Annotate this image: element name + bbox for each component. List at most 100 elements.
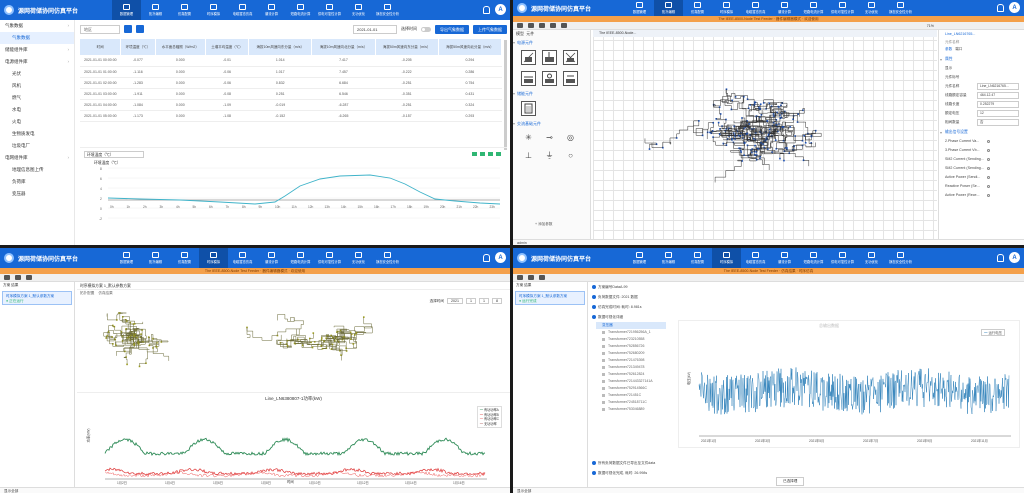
lib-tab[interactable]: 模型	[516, 31, 524, 36]
chart-legend[interactable]: ━ 运行电压	[981, 329, 1005, 336]
prop-value-input[interactable]: Line_LN6216765...	[977, 83, 1019, 90]
scheme-card[interactable]: 时序模拟方案 1_默认参数方案 ● 正在运行	[2, 291, 72, 305]
lib-tab[interactable]: 元件	[526, 31, 534, 36]
nav-item[interactable]: 无功优化	[344, 248, 373, 268]
nav-item[interactable]: 潮流计算	[770, 248, 799, 268]
nav-item[interactable]: 电磁暂态仿真	[228, 248, 257, 268]
year-select[interactable]: 2021	[447, 298, 463, 304]
column-header[interactable]: 海拔50m风速向东分量（m/s）	[375, 39, 439, 55]
column-header[interactable]: 海拔50m风速向北分量（m/s）	[438, 39, 503, 55]
nav-item[interactable]: 数据管理	[625, 248, 654, 268]
radio-icon[interactable]	[987, 140, 990, 143]
nav-item[interactable]: 供电可靠性计算	[828, 0, 857, 16]
nav-item[interactable]: 无功优化	[857, 248, 886, 268]
region-select[interactable]: 地区	[80, 24, 120, 34]
chart-series-select[interactable]: 环境温度（℃）	[84, 151, 144, 158]
prop-value-input[interactable]: 0.252279	[977, 101, 1019, 108]
prop-value-input[interactable]: 464.12.47	[977, 92, 1019, 99]
nav-item[interactable]: 供电可靠性计算	[315, 248, 344, 268]
avatar[interactable]: A	[1009, 2, 1020, 13]
show-all-link[interactable]: 显示全部	[4, 489, 18, 493]
props-tab[interactable]: 端口	[955, 47, 962, 51]
sidebar-item[interactable]: 光伏	[0, 68, 74, 80]
column-header[interactable]: 环境温度（℃）	[120, 39, 156, 55]
props-tab[interactable]: 参数	[945, 47, 952, 51]
lib-section[interactable]: 储能元件	[513, 88, 590, 99]
battery-symbol[interactable]	[521, 101, 536, 116]
date-picker[interactable]: 2021-01-01	[353, 24, 397, 34]
result-line[interactable]: 所有负荷数据文件已导出至文件data	[590, 458, 890, 468]
sidebar-item[interactable]: 地理信息图上传	[0, 164, 74, 176]
nav-item[interactable]: 数据管理	[625, 0, 654, 16]
tab-topology[interactable]: 拓扑配置	[80, 291, 94, 295]
nav-item[interactable]: 潮流计算	[770, 0, 799, 16]
radio-icon[interactable]	[987, 176, 990, 179]
sidebar-item[interactable]: 风机	[0, 80, 74, 92]
export-button[interactable]: 导出气象数据	[435, 24, 469, 34]
sidebar-item[interactable]: 气象数据	[0, 32, 74, 44]
sidebar-item[interactable]: 火电	[0, 116, 74, 128]
signal-row[interactable]: SM2 Current (Sending...	[939, 164, 1024, 173]
radio-icon[interactable]	[987, 167, 990, 170]
radio-icon[interactable]	[987, 194, 990, 197]
nav-item[interactable]: 短路电流计算	[799, 0, 828, 16]
add-param[interactable]: + 添加参数	[535, 222, 552, 227]
node-symbol[interactable]: ○	[563, 149, 578, 161]
save-icon[interactable]	[539, 275, 545, 280]
radio-icon[interactable]	[987, 149, 990, 152]
signal-row[interactable]: 2.Phase Current Va...	[939, 137, 1024, 146]
nav-item[interactable]: 供电可靠性计算	[828, 248, 857, 268]
sidebar-item[interactable]: 水电	[0, 104, 74, 116]
nav-item[interactable]: 静态安全性分析	[886, 0, 915, 16]
sidebar-item[interactable]: 垃圾电厂	[0, 140, 74, 152]
avatar[interactable]: A	[1009, 252, 1020, 263]
zoom-icon[interactable]	[561, 23, 567, 28]
load-symbol[interactable]: ⊥	[521, 149, 536, 161]
nav-item[interactable]: 时序模拟	[199, 0, 228, 20]
topology-canvas[interactable]	[593, 30, 937, 239]
chart-tool-icon[interactable]	[496, 152, 501, 156]
nav-item[interactable]: 短路电流计算	[799, 248, 828, 268]
source-symbol[interactable]	[521, 50, 536, 65]
nav-item[interactable]: 短路电流计算	[286, 248, 315, 268]
sidebar-item[interactable]: 生物质发电	[0, 128, 74, 140]
nav-item[interactable]: 电磁暂态仿真	[741, 248, 770, 268]
signal-row[interactable]: SM2 Current (Sending...	[939, 155, 1024, 164]
lib-section[interactable]: 电源元件	[513, 37, 590, 48]
scheme-card[interactable]: 时序模拟方案 1_默认参数方案 ● 运行完成	[515, 291, 585, 305]
switch-symbol[interactable]: ⊸	[542, 131, 557, 143]
canvas-tab[interactable]: The IEEE-8500-Node...	[593, 30, 937, 37]
save-icon[interactable]	[539, 23, 545, 28]
topology-map[interactable]	[77, 308, 510, 390]
nav-item[interactable]: 拓扑编辑	[654, 248, 683, 268]
signal-row[interactable]: 3.Phase Current Vb...	[939, 146, 1024, 155]
source-symbol[interactable]	[563, 50, 578, 65]
source-symbol[interactable]	[542, 50, 557, 65]
lib-section[interactable]: 交流基础元件	[513, 118, 590, 129]
group-header[interactable]: 输出信号设置	[939, 127, 1024, 137]
confirm-button[interactable]: 已选择理	[776, 477, 805, 486]
upload-button[interactable]: 上传气象数据	[473, 24, 507, 34]
column-header[interactable]: 海拔10m风速向东分量（m/s）	[248, 39, 313, 55]
hour-select[interactable]: 8	[492, 298, 502, 304]
edit-icon[interactable]	[124, 25, 132, 33]
nav-item[interactable]: 拓扑编辑	[654, 0, 683, 16]
group-header[interactable]: 属性	[939, 54, 1024, 64]
source-symbol[interactable]	[542, 71, 557, 86]
avatar[interactable]: A	[495, 4, 506, 15]
zoom-level[interactable]: 71%	[927, 24, 934, 28]
nav-item[interactable]: 静态安全性分析	[373, 0, 402, 20]
nav-item[interactable]: 时序模拟	[712, 248, 741, 268]
signal-row[interactable]: Active Power (Rece...	[939, 191, 1024, 200]
avatar[interactable]: A	[495, 252, 506, 263]
run-icon[interactable]	[550, 23, 556, 28]
time-toggle[interactable]	[421, 26, 431, 32]
save-icon[interactable]	[26, 275, 32, 280]
nav-item[interactable]: 潮流计算	[257, 0, 286, 20]
signal-row[interactable]: Reactive Power (Se...	[939, 182, 1024, 191]
scrollbar[interactable]	[504, 40, 507, 150]
undo-icon[interactable]	[517, 23, 523, 28]
source-symbol[interactable]	[521, 71, 536, 86]
table-row[interactable]: 2021-01-01 05:00:00 -1.173 0.000 -1.08 -0.15…	[80, 110, 502, 122]
bell-icon[interactable]	[997, 3, 1004, 12]
